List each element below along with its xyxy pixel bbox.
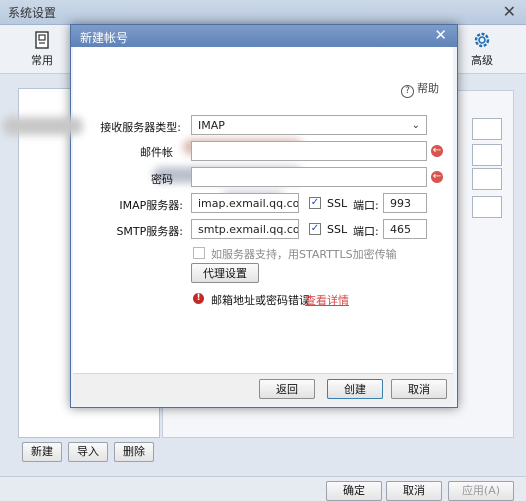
bg-field-1[interactable] [472,118,502,140]
dialog-cancel-button[interactable]: 取消 [391,379,447,399]
dialog-close-icon[interactable]: ✕ [434,26,447,44]
password-label: 密码 [151,173,173,186]
smtp-ssl-label: SSL [327,223,348,236]
bg-field-3[interactable] [472,168,502,190]
chevron-down-icon: ⌄ [411,120,420,131]
imap-ssl-label: SSL [327,197,348,210]
help-label: 帮助 [417,82,439,95]
imap-port-input[interactable]: 993 [383,193,427,213]
gear-icon [474,32,490,48]
settings-window-title: 系统设置 [8,6,57,20]
error-icon: ! [193,293,204,304]
import-button[interactable]: 导入 [68,442,108,462]
ok-button[interactable]: 确定 [326,481,382,501]
new-account-dialog: 新建帐号 ✕ ? 帮助 接收服务器类型: IMAP ⌄ 邮件帐 ← 密码 ← IM… [3,24,458,408]
imap-port-label: 端口: [353,199,379,212]
settings-titlebar: 系统设置 ✕ [0,0,526,25]
imap-ssl-checkbox[interactable]: ✓ [309,197,321,209]
email-label: 邮件帐 [140,146,173,159]
create-button[interactable]: 创建 [327,379,383,399]
view-details-link[interactable]: 查看详情 [305,292,349,308]
help-link[interactable]: ? 帮助 [401,80,439,98]
dialog-body: ? 帮助 接收服务器类型: IMAP ⌄ 邮件帐 ← 密码 ← IMAP服务器: … [3,47,453,373]
starttls-label: 如服务器支持，用STARTTLS加密传输 [211,248,397,261]
tab-advanced[interactable]: 高级 [460,29,504,69]
imap-server-input[interactable]: imap.exmail.qq.com [191,193,299,213]
settings-cancel-button[interactable]: 取消 [386,481,442,501]
redaction-smudge [3,117,83,135]
settings-bottom-bar: 确定 取消 应用(A) [0,476,526,501]
server-type-select[interactable]: IMAP ⌄ [191,115,427,135]
dialog-titlebar[interactable]: 新建帐号 ✕ [71,25,457,47]
server-type-value: IMAP [198,119,225,132]
email-field[interactable] [191,141,427,161]
proxy-settings-button[interactable]: 代理设置 [191,263,259,283]
general-icon [35,31,49,49]
starttls-checkbox[interactable] [193,247,205,259]
tab-advanced-label: 高级 [471,54,493,67]
smtp-server-input[interactable]: smtp.exmail.qq.com [191,219,299,239]
smtp-port-input[interactable]: 465 [383,219,427,239]
tab-general[interactable]: 常用 [20,29,64,69]
server-type-label: 接收服务器类型: [100,121,181,134]
password-error-icon: ← [431,171,443,183]
bg-field-4[interactable] [472,196,502,218]
tab-general-label: 常用 [31,54,53,67]
dialog-footer: 返回 创建 取消 [73,373,453,404]
back-button[interactable]: 返回 [259,379,315,399]
apply-button[interactable]: 应用(A) [448,481,514,501]
smtp-ssl-checkbox[interactable]: ✓ [309,223,321,235]
new-account-button[interactable]: 新建 [22,442,62,462]
email-error-icon: ← [431,145,443,157]
error-message: 邮箱地址或密码错误 [211,294,310,307]
delete-button[interactable]: 删除 [114,442,154,462]
smtp-port-label: 端口: [353,225,379,238]
smtp-server-label: SMTP服务器: [116,225,183,238]
imap-server-label: IMAP服务器: [119,199,183,212]
bg-field-2[interactable] [472,144,502,166]
password-field[interactable] [191,167,427,187]
dialog-title: 新建帐号 [80,31,129,45]
settings-close-icon[interactable]: ✕ [503,2,516,21]
help-icon: ? [401,85,414,98]
